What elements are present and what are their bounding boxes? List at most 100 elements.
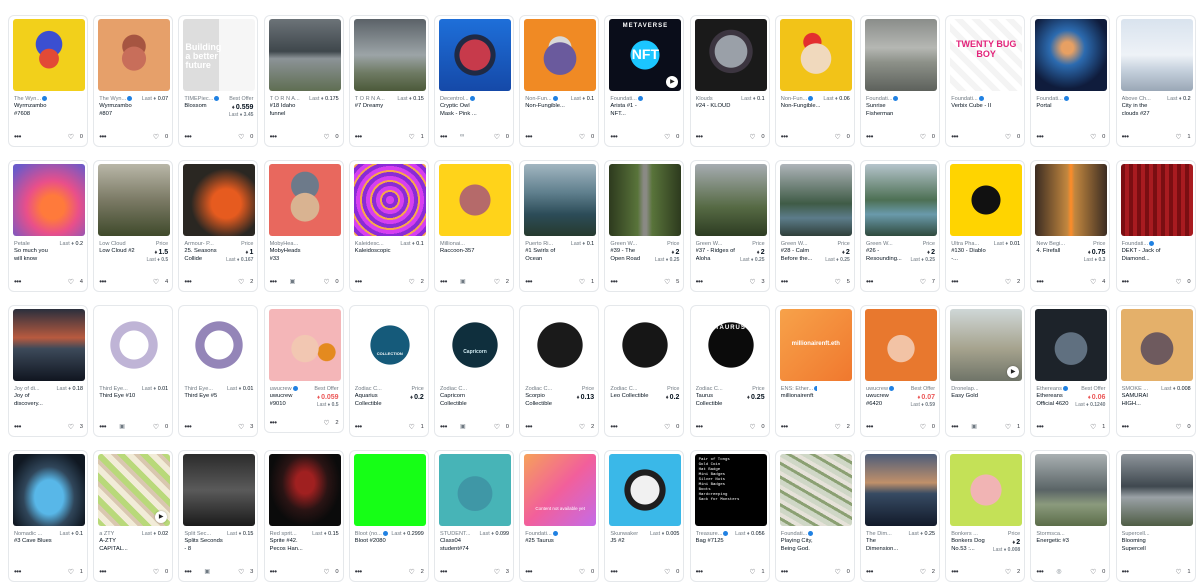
nft-name[interactable]: Verbix Cube - II (951, 103, 991, 111)
nft-name[interactable]: Bag #7125 (696, 538, 736, 546)
collection-name[interactable]: Green W... (866, 241, 893, 247)
nft-name[interactable]: Scorpio Collectible (525, 393, 565, 408)
nft-name[interactable]: uwucrew #9010 (270, 393, 310, 408)
nft-card[interactable]: Foundati... DEKT - Jack of Diamond... ••• ♡… (1115, 160, 1196, 292)
collection-name[interactable]: Bloot (no... (355, 531, 388, 537)
nft-thumbnail[interactable] (865, 164, 937, 236)
more-options-icon[interactable]: ••• (525, 278, 532, 286)
nft-name[interactable]: Third Eye #5 (184, 393, 224, 401)
nft-card[interactable]: Decentrol... Cryptic Owl Mask - Pink ... •… (434, 15, 514, 147)
nft-thumbnail[interactable]: Pair of Tongs Gold Coin Hat Badge Mini B… (694, 454, 767, 526)
nft-name[interactable]: Bonkers Dog No.53 :... (951, 538, 991, 553)
nft-thumbnail[interactable]: TWENTY BUG BOY (950, 19, 1023, 91)
heart-icon[interactable]: ♡ (1175, 278, 1181, 286)
nft-name[interactable]: Cryptic Owl Mask - Pink ... (440, 103, 480, 118)
nft-card[interactable]: Green W... #37 - Ridges of Aloha Price ♦2 La… (689, 160, 770, 292)
nft-card[interactable]: The Wyn... Wyrmzambo #7608 ••• ♡ 0 (8, 15, 88, 147)
nft-thumbnail[interactable] (353, 19, 426, 91)
collection-name[interactable]: T O R N A... (355, 96, 385, 102)
nft-name[interactable]: Taurus Collectible (696, 393, 736, 408)
nft-card[interactable]: Zodiac C... Scorpio Collectible Price ♦0.13… (519, 305, 600, 437)
heart-icon[interactable]: ♡ (153, 423, 159, 431)
nft-name[interactable]: Class04 student#74 (440, 538, 480, 553)
nft-card[interactable]: Capricorn Zodiac C... Capricorn Collectibl… (434, 305, 514, 437)
collection-name[interactable]: Non-Fun... (781, 96, 814, 102)
more-options-icon[interactable]: ••• (14, 278, 21, 286)
more-options-icon[interactable]: ••• (1122, 278, 1129, 286)
nft-name[interactable]: Capricorn Collectible (440, 393, 480, 408)
nft-name[interactable]: Raccoon-357 (440, 248, 480, 256)
nft-card[interactable]: SMOKE ... SAMURAI HIGH... Last ♦ 0.008 ••• ♡… (1115, 305, 1196, 437)
nft-name[interactable]: J5 #2 (610, 538, 650, 546)
heart-icon[interactable]: ♡ (1005, 568, 1011, 576)
more-options-icon[interactable]: ••• (951, 568, 958, 576)
heart-icon[interactable]: ♡ (238, 568, 244, 576)
heart-icon[interactable]: ♡ (323, 419, 329, 427)
more-options-icon[interactable]: ••• (355, 278, 362, 286)
nft-thumbnail[interactable] (1035, 164, 1108, 236)
nft-name[interactable]: Ethereans Official 4620 (1036, 393, 1076, 408)
heart-icon[interactable]: ♡ (323, 278, 329, 286)
nft-name[interactable]: Non-Fungible... (781, 103, 821, 111)
nft-thumbnail[interactable] (268, 454, 341, 526)
nft-thumbnail[interactable] (865, 454, 937, 526)
collection-name[interactable]: Green W... (610, 241, 637, 247)
more-options-icon[interactable]: ••• (270, 419, 277, 427)
nft-name[interactable]: SAMURAI HIGH... (1122, 393, 1162, 408)
nft-card[interactable]: Skunwaker J5 #2 Last ♦ 0.005 ••• ♡ 0 (604, 450, 685, 582)
collection-name[interactable]: Skunwaker (610, 531, 638, 537)
heart-icon[interactable]: ♡ (1090, 278, 1096, 286)
nft-thumbnail[interactable] (98, 164, 171, 236)
heart-icon[interactable]: ♡ (323, 133, 329, 141)
heart-icon[interactable]: ♡ (920, 568, 926, 576)
heart-icon[interactable]: ♡ (494, 278, 500, 286)
more-options-icon[interactable]: ••• (440, 278, 447, 286)
nft-card[interactable]: Bloot (no... Bloot #2080 Last ♦ 0.2999 ••• ♡… (348, 450, 429, 582)
heart-icon[interactable]: ♡ (323, 568, 329, 576)
nft-name[interactable]: Leo Collectible (610, 393, 650, 401)
heart-icon[interactable]: ♡ (579, 278, 585, 286)
nft-thumbnail[interactable] (353, 164, 426, 236)
heart-icon[interactable]: ♡ (749, 278, 755, 286)
nft-thumbnail[interactable]: COLLECTION (353, 309, 426, 381)
play-icon[interactable]: ▶ (155, 511, 168, 523)
more-options-icon[interactable]: ••• (270, 278, 277, 286)
nft-thumbnail[interactable] (1035, 309, 1108, 381)
nft-card[interactable]: Nomadic ... #3 Cave Blues Last ♦ 0.1 ••• ♡ 1 (8, 450, 88, 582)
nft-card[interactable]: Green W... #28 - Calm Before the... Price ♦… (774, 160, 855, 292)
nft-card[interactable]: Third Eye... Third Eye #10 Last ♦ 0.01 ••• ▣… (93, 305, 174, 437)
more-options-icon[interactable]: ••• (14, 423, 21, 431)
heart-icon[interactable]: ♡ (238, 423, 244, 431)
heart-icon[interactable]: ♡ (1090, 568, 1096, 576)
nft-card[interactable]: Green W... #26 - Resounding... Price ♦2 Last… (860, 160, 940, 292)
nft-card[interactable]: Bonkers ... Bonkers Dog No.53 :... Price ♦2… (945, 450, 1026, 582)
nft-card[interactable]: Kaleidesc... Kaleidoscopic Last ♦ 0.1 ••• ♡ 2 (348, 160, 429, 292)
nft-name[interactable]: Easy Gold (951, 393, 991, 401)
heart-icon[interactable]: ♡ (835, 278, 841, 286)
nft-thumbnail[interactable] (1120, 164, 1193, 236)
nft-thumbnail[interactable] (694, 19, 767, 91)
nft-card[interactable]: Puerto Ri... #1 Swirls of Ocean Last ♦ 0.1… (519, 160, 600, 292)
more-options-icon[interactable]: ••• (1036, 423, 1043, 431)
nft-name[interactable]: DEKT - Jack of Diamond... (1122, 248, 1162, 263)
nft-card[interactable]: Klouds #24 - KLOUD Last ♦ 0.1 ••• ♡ 0 (689, 15, 770, 147)
nft-name[interactable]: Energetic #3 (1036, 538, 1076, 546)
heart-icon[interactable]: ♡ (409, 133, 415, 141)
collection-name[interactable]: Nomadic ... (14, 531, 42, 537)
nft-card[interactable]: uwucrew uwucrew #9010 Best Offer ♦0.059 Last… (263, 305, 344, 433)
more-options-icon[interactable]: ••• (355, 568, 362, 576)
nft-thumbnail[interactable] (439, 164, 511, 236)
nft-card[interactable]: Building a better future TIMEPiec... Bloss… (178, 15, 259, 147)
more-options-icon[interactable]: ••• (610, 133, 617, 141)
heart-icon[interactable]: ♡ (153, 278, 159, 286)
more-options-icon[interactable]: ••• (270, 133, 277, 141)
nft-thumbnail[interactable] (13, 454, 85, 526)
nft-thumbnail[interactable] (353, 454, 426, 526)
nft-name[interactable]: #3 Cave Blues (14, 538, 54, 546)
nft-card[interactable]: Third Eye... Third Eye #5 Last ♦ 0.01 ••• ♡ 3 (178, 305, 259, 437)
more-options-icon[interactable]: ••• (99, 133, 106, 141)
collection-name[interactable]: Joy of di... (14, 386, 40, 392)
collection-name[interactable]: Red sprit... (270, 531, 297, 537)
more-options-icon[interactable]: ••• (781, 133, 788, 141)
nft-card[interactable]: The Wyn... Wyrmzambo #807 Last ♦ 0.07 ••• ♡ 0 (93, 15, 174, 147)
